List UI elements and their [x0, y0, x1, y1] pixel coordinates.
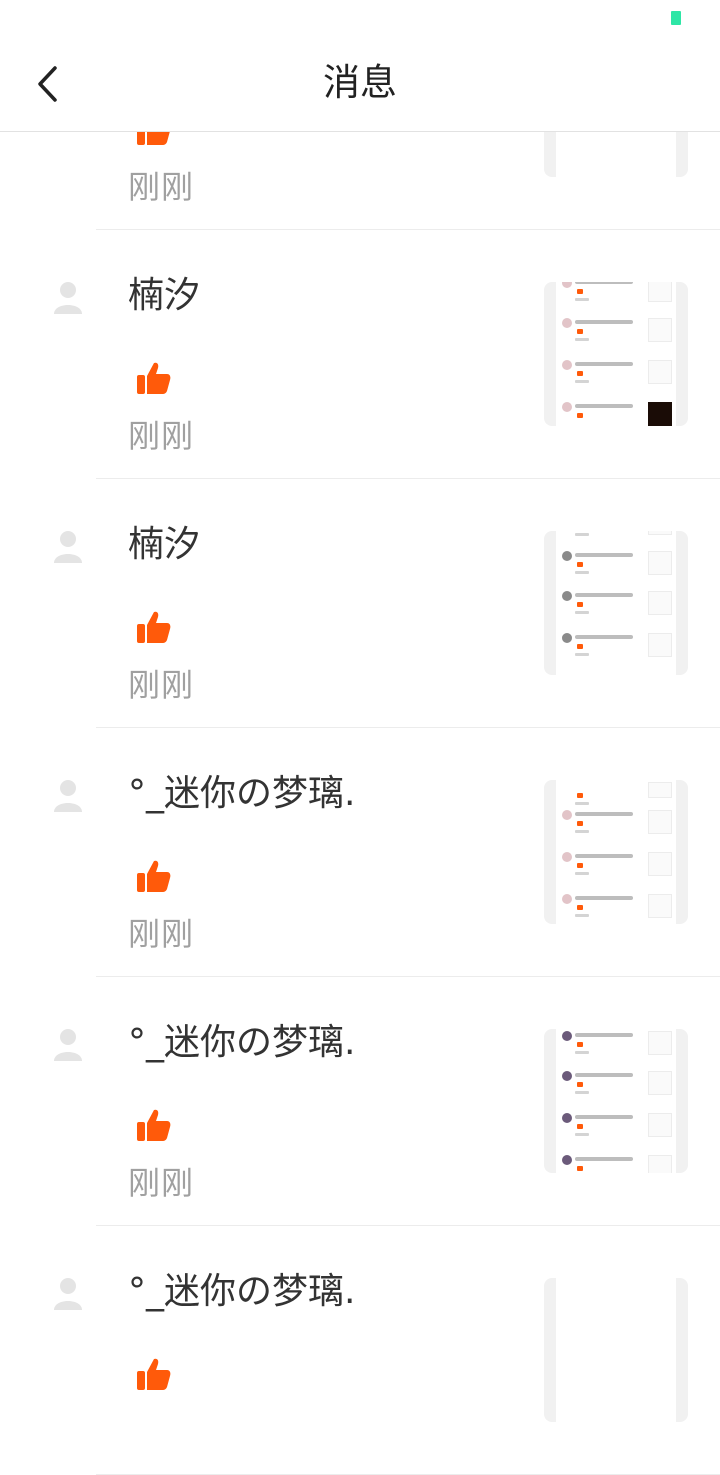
message-time: 刚刚 — [128, 1164, 195, 1202]
sender-name: °_迷你の梦璃. — [128, 1022, 356, 1063]
thumbs-up-icon — [136, 1356, 172, 1392]
message-time: 刚刚 — [128, 417, 195, 455]
thumbs-up-icon — [136, 858, 172, 894]
message-item[interactable]: 楠汐 刚刚 — [0, 230, 720, 479]
post-thumbnail[interactable] — [544, 780, 688, 924]
message-list[interactable]: 刚刚 楠汐 刚刚 楠汐 刚刚 °_迷你の梦璃. 刚刚 °_迷你の梦璃. 刚刚 °… — [0, 0, 720, 1475]
message-time: 刚刚 — [128, 168, 195, 206]
avatar — [52, 280, 84, 316]
status-bar — [0, 0, 720, 36]
post-thumbnail[interactable] — [544, 282, 688, 426]
message-item[interactable]: °_迷你の梦璃. — [0, 1226, 720, 1475]
page-title: 消息 — [323, 61, 397, 104]
thumbs-up-icon — [136, 360, 172, 396]
message-item[interactable]: °_迷你の梦璃. 刚刚 — [0, 977, 720, 1226]
avatar — [52, 529, 84, 565]
message-time: 刚刚 — [128, 666, 195, 704]
header: 消息 — [0, 36, 720, 132]
post-thumbnail[interactable] — [544, 531, 688, 675]
sender-name: °_迷你の梦璃. — [128, 773, 356, 814]
message-item[interactable]: 楠汐 刚刚 — [0, 479, 720, 728]
sender-name: °_迷你の梦璃. — [128, 1271, 356, 1312]
thumbs-up-icon — [136, 1107, 172, 1143]
battery-icon — [671, 11, 681, 25]
message-time: 刚刚 — [128, 915, 195, 953]
avatar — [52, 778, 84, 814]
avatar — [52, 1276, 84, 1312]
sender-name: 楠汐 — [128, 524, 201, 565]
sender-name: 楠汐 — [128, 275, 201, 316]
thumbs-up-icon — [136, 609, 172, 645]
avatar — [52, 1027, 84, 1063]
message-item[interactable]: °_迷你の梦璃. 刚刚 — [0, 728, 720, 977]
post-thumbnail[interactable] — [544, 1278, 688, 1422]
post-thumbnail[interactable] — [544, 1029, 688, 1173]
